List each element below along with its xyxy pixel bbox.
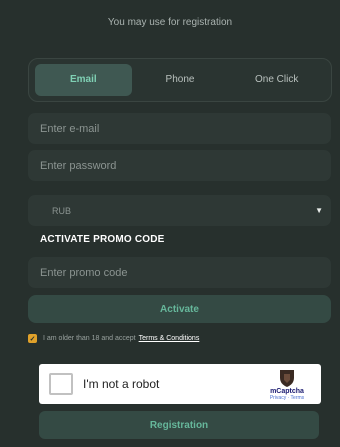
captcha-widget: I'm not a robot mCaptcha Privacy · Terms xyxy=(39,364,321,404)
email-field[interactable]: Enter e-mail xyxy=(28,113,331,144)
tab-one-click[interactable]: One Click xyxy=(228,64,325,96)
tab-email[interactable]: Email xyxy=(35,64,132,96)
terms-link[interactable]: Terms & Conditions xyxy=(139,335,200,342)
registration-method-tabs: Email Phone One Click xyxy=(28,58,332,102)
promo-code-field[interactable]: Enter promo code xyxy=(28,257,331,288)
age-agreement: ✓ I am older than 18 and accept Terms & … xyxy=(28,334,199,343)
currency-select[interactable]: RUB ▼ xyxy=(28,195,331,226)
chevron-down-icon: ▼ xyxy=(315,206,323,215)
tab-phone[interactable]: Phone xyxy=(132,64,229,96)
agree-text: I am older than 18 and accept xyxy=(43,335,136,342)
captcha-checkbox[interactable] xyxy=(49,373,73,395)
captcha-brand-name: mCaptcha xyxy=(270,387,304,395)
captcha-logo-icon xyxy=(280,369,294,387)
captcha-label: I'm not a robot xyxy=(83,377,160,391)
captcha-privacy-links[interactable]: Privacy · Terms xyxy=(270,395,304,401)
password-field[interactable]: Enter password xyxy=(28,150,331,181)
registration-button[interactable]: Registration xyxy=(39,411,319,439)
currency-value: RUB xyxy=(52,205,72,216)
captcha-brand: mCaptcha Privacy · Terms xyxy=(257,368,317,401)
promo-section-title: ACTIVATE PROMO CODE xyxy=(40,234,165,245)
activate-button[interactable]: Activate xyxy=(28,295,331,323)
registration-subtitle: You may use for registration xyxy=(107,17,233,28)
age-checkbox[interactable]: ✓ xyxy=(28,334,37,343)
